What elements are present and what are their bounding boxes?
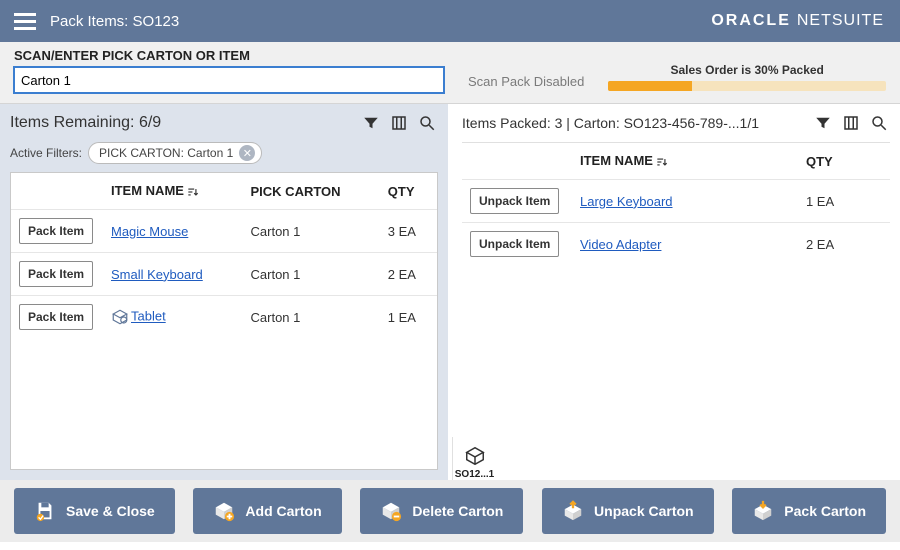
progress-label: Sales Order is 30% Packed bbox=[608, 63, 886, 77]
table-row: Unpack Item Large Keyboard 1 EA bbox=[462, 180, 890, 223]
app-bar: Pack Items: SO123 ORACLE NETSUITE bbox=[0, 0, 900, 42]
box-delete-icon bbox=[380, 500, 402, 522]
item-link[interactable]: Magic Mouse bbox=[111, 224, 188, 239]
filter-chip-close-icon[interactable]: ✕ bbox=[239, 145, 255, 161]
serial-icon bbox=[111, 308, 129, 326]
item-link[interactable]: Large Keyboard bbox=[580, 194, 673, 209]
unpack-item-button[interactable]: Unpack Item bbox=[470, 188, 559, 214]
filter-chip: PICK CARTON: Carton 1 ✕ bbox=[88, 142, 262, 164]
progress-bar bbox=[608, 81, 886, 91]
items-packed-table: ITEM NAME QTY Unpack Item Large Keyboard 1… bbox=[462, 143, 890, 265]
pack-item-button[interactable]: Pack Item bbox=[19, 218, 93, 244]
col-qty[interactable]: QTY bbox=[798, 143, 890, 180]
table-row: Pack Item Tablet Carton 11 EA bbox=[11, 296, 437, 339]
delete-carton-button[interactable]: Delete Carton bbox=[360, 488, 523, 534]
brand-product: NETSUITE bbox=[797, 12, 884, 30]
sort-icon bbox=[186, 184, 200, 200]
table-row: Pack Item Magic Mouse Carton 13 EA bbox=[11, 210, 437, 253]
col-qty[interactable]: QTY bbox=[380, 173, 437, 210]
unpack-item-button[interactable]: Unpack Item bbox=[470, 231, 559, 257]
item-link[interactable]: Small Keyboard bbox=[111, 267, 203, 282]
qty-cell: 3 EA bbox=[380, 210, 437, 253]
item-link[interactable]: Video Adapter bbox=[580, 237, 661, 252]
unpack-carton-button[interactable]: Unpack Carton bbox=[542, 488, 714, 534]
filter-chip-text: PICK CARTON: Carton 1 bbox=[99, 146, 233, 160]
content-split: Items Remaining: 6/9 Active Filters: PIC… bbox=[0, 104, 900, 480]
columns-icon[interactable] bbox=[840, 112, 862, 134]
page-title: Pack Items: SO123 bbox=[50, 13, 179, 30]
progress-block: Sales Order is 30% Packed bbox=[608, 63, 886, 93]
menu-icon[interactable] bbox=[14, 13, 36, 30]
col-pick-carton[interactable]: PICK CARTON bbox=[243, 173, 380, 210]
scan-disabled-text: Scan Pack Disabled bbox=[468, 74, 584, 93]
items-remaining-table: ITEM NAME PICK CARTON QTY Pack Item Magic… bbox=[11, 173, 437, 338]
box-pack-icon bbox=[752, 500, 774, 522]
col-action bbox=[11, 173, 103, 210]
qty-cell: 1 EA bbox=[380, 296, 437, 339]
scan-row: SCAN/ENTER PICK CARTON OR ITEM Scan Pack… bbox=[0, 42, 900, 104]
pick-carton-cell: Carton 1 bbox=[243, 296, 380, 339]
col-item-name[interactable]: ITEM NAME bbox=[103, 173, 243, 210]
items-packed-header: Items Packed: 3 | Carton: SO123-456-789-… bbox=[462, 115, 806, 131]
add-carton-button[interactable]: Add Carton bbox=[193, 488, 341, 534]
col-action bbox=[462, 143, 572, 180]
box-add-icon bbox=[213, 500, 235, 522]
table-row: Unpack Item Video Adapter 2 EA bbox=[462, 223, 890, 266]
carton-tabs: SO12...1 bbox=[452, 437, 496, 480]
save-icon bbox=[34, 500, 56, 522]
active-filters-label: Active Filters: bbox=[10, 146, 82, 160]
item-link[interactable]: Tablet bbox=[131, 309, 166, 324]
items-packed-pane: Items Packed: 3 | Carton: SO123-456-789-… bbox=[452, 104, 900, 480]
col-item-name[interactable]: ITEM NAME bbox=[572, 143, 798, 180]
brand-oracle: ORACLE bbox=[711, 12, 791, 30]
carton-tab-icon[interactable] bbox=[464, 445, 486, 467]
pack-carton-button[interactable]: Pack Carton bbox=[732, 488, 886, 534]
qty-cell: 2 EA bbox=[798, 223, 890, 266]
scan-input[interactable] bbox=[14, 67, 444, 93]
items-remaining-pane: Items Remaining: 6/9 Active Filters: PIC… bbox=[0, 104, 452, 480]
search-icon[interactable] bbox=[868, 112, 890, 134]
pick-carton-cell: Carton 1 bbox=[243, 253, 380, 296]
qty-cell: 2 EA bbox=[380, 253, 437, 296]
filter-icon[interactable] bbox=[812, 112, 834, 134]
search-icon[interactable] bbox=[416, 112, 438, 134]
columns-icon[interactable] bbox=[388, 112, 410, 134]
carton-tab-label[interactable]: SO12...1 bbox=[453, 469, 496, 480]
scan-label: SCAN/ENTER PICK CARTON OR ITEM bbox=[14, 48, 444, 63]
action-footer: Save & Close Add Carton Delete Carton Un… bbox=[0, 480, 900, 542]
qty-cell: 1 EA bbox=[798, 180, 890, 223]
progress-fill bbox=[608, 81, 691, 91]
filter-icon[interactable] bbox=[360, 112, 382, 134]
sort-icon bbox=[655, 154, 669, 170]
box-unpack-icon bbox=[562, 500, 584, 522]
brand-logo: ORACLE NETSUITE bbox=[711, 0, 884, 42]
pack-item-button[interactable]: Pack Item bbox=[19, 261, 93, 287]
pack-item-button[interactable]: Pack Item bbox=[19, 304, 93, 330]
pick-carton-cell: Carton 1 bbox=[243, 210, 380, 253]
items-remaining-header: Items Remaining: 6/9 bbox=[10, 114, 354, 132]
save-close-button[interactable]: Save & Close bbox=[14, 488, 175, 534]
table-row: Pack Item Small Keyboard Carton 12 EA bbox=[11, 253, 437, 296]
